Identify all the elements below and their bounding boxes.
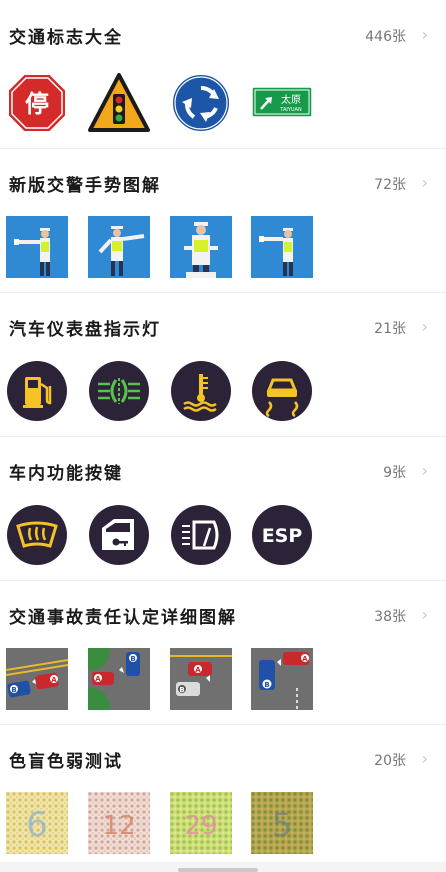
police-gesture-4-image[interactable] <box>251 216 313 278</box>
car-label: A <box>195 666 201 674</box>
plate-number: 12 <box>102 811 135 841</box>
section-header[interactable]: 汽车仪表盘指示灯 21张 › <box>0 292 446 362</box>
coolant-temp-icon[interactable] <box>170 360 232 422</box>
section-header[interactable]: 车内功能按键 9张 › <box>0 436 446 506</box>
car-label: B <box>264 681 269 689</box>
esp-label: ESP <box>262 525 303 547</box>
color-plate-2-image[interactable]: 12 <box>88 792 150 854</box>
section-dashboard-lights[interactable]: 汽车仪表盘指示灯 21张 › <box>0 292 446 437</box>
car-label: B <box>11 686 16 694</box>
car-label: A <box>95 675 101 683</box>
car-label: A <box>302 655 308 663</box>
section-title: 交通标志大全 <box>9 28 123 48</box>
esp-icon[interactable]: ESP <box>251 504 313 566</box>
section-header[interactable]: 交通标志大全 446张 › <box>0 0 446 70</box>
car-label: B <box>179 686 184 694</box>
police-gesture-2-image[interactable] <box>88 216 150 278</box>
plate-number: 29 <box>184 811 217 841</box>
wiper-icon[interactable] <box>170 504 232 566</box>
section-color-blind-test[interactable]: 色盲色弱测试 20张 › 6 12 29 5 <box>0 724 446 862</box>
section-title: 汽车仪表盘指示灯 <box>9 320 161 340</box>
section-header[interactable]: 新版交警手势图解 72张 › <box>0 148 446 218</box>
home-indicator[interactable] <box>178 868 258 872</box>
police-gesture-3-image[interactable] <box>170 216 232 278</box>
section-traffic-signs[interactable]: 交通标志大全 446张 › 停 太原 TAIYUAN <box>0 0 446 149</box>
svg-text:停: 停 <box>25 90 49 118</box>
color-plate-1-image[interactable]: 6 <box>6 792 68 854</box>
car-label: B <box>130 655 135 663</box>
accident-diagram-4[interactable]: B A <box>251 648 313 710</box>
fog-light-icon[interactable] <box>88 360 150 422</box>
door-lock-icon[interactable] <box>88 504 150 566</box>
chevron-right-icon: › <box>421 749 428 768</box>
chevron-right-icon: › <box>421 605 428 624</box>
roundabout-sign-icon[interactable] <box>170 72 232 134</box>
defroster-icon[interactable] <box>6 504 68 566</box>
direction-sign-icon[interactable]: 太原 TAIYUAN <box>251 72 313 134</box>
section-title: 新版交警手势图解 <box>9 176 161 196</box>
section-count: 38张 <box>374 609 406 625</box>
traction-control-icon[interactable] <box>251 360 313 422</box>
section-title: 色盲色弱测试 <box>9 752 123 772</box>
plate-number: 5 <box>272 806 292 844</box>
section-title: 车内功能按键 <box>9 464 123 484</box>
section-accident-responsibility[interactable]: 交通事故责任认定详细图解 38张 › B A A B A B B A <box>0 580 446 725</box>
section-count: 446张 <box>365 29 406 45</box>
color-plate-4-image[interactable]: 5 <box>251 792 313 854</box>
stop-sign-icon[interactable]: 停 <box>6 72 68 134</box>
section-police-gestures[interactable]: 新版交警手势图解 72张 › <box>0 148 446 293</box>
chevron-right-icon: › <box>421 173 428 192</box>
direction-sign-subtext: TAIYUAN <box>279 107 302 113</box>
section-header[interactable]: 色盲色弱测试 20张 › <box>0 724 446 794</box>
police-gesture-1-image[interactable] <box>6 216 68 278</box>
section-count: 20张 <box>374 753 406 769</box>
section-count: 9张 <box>383 465 406 481</box>
fuel-icon[interactable] <box>6 360 68 422</box>
plate-number: 6 <box>26 805 48 845</box>
car-label: A <box>51 676 57 684</box>
chevron-right-icon: › <box>421 317 428 336</box>
accident-diagram-3[interactable]: A B <box>170 648 232 710</box>
section-count: 72张 <box>374 177 406 193</box>
section-header[interactable]: 交通事故责任认定详细图解 38张 › <box>0 580 446 650</box>
accident-diagram-2[interactable]: A B <box>88 648 150 710</box>
section-title: 交通事故责任认定详细图解 <box>9 608 237 628</box>
chevron-right-icon: › <box>421 25 428 44</box>
direction-sign-text: 太原 <box>281 93 301 106</box>
chevron-right-icon: › <box>421 461 428 480</box>
accident-diagram-1[interactable]: B A <box>6 648 68 710</box>
section-car-buttons[interactable]: 车内功能按键 9张 › ESP <box>0 436 446 581</box>
traffic-light-warning-sign-icon[interactable] <box>88 72 150 134</box>
section-count: 21张 <box>374 321 406 337</box>
color-plate-3-image[interactable]: 29 <box>170 792 232 854</box>
